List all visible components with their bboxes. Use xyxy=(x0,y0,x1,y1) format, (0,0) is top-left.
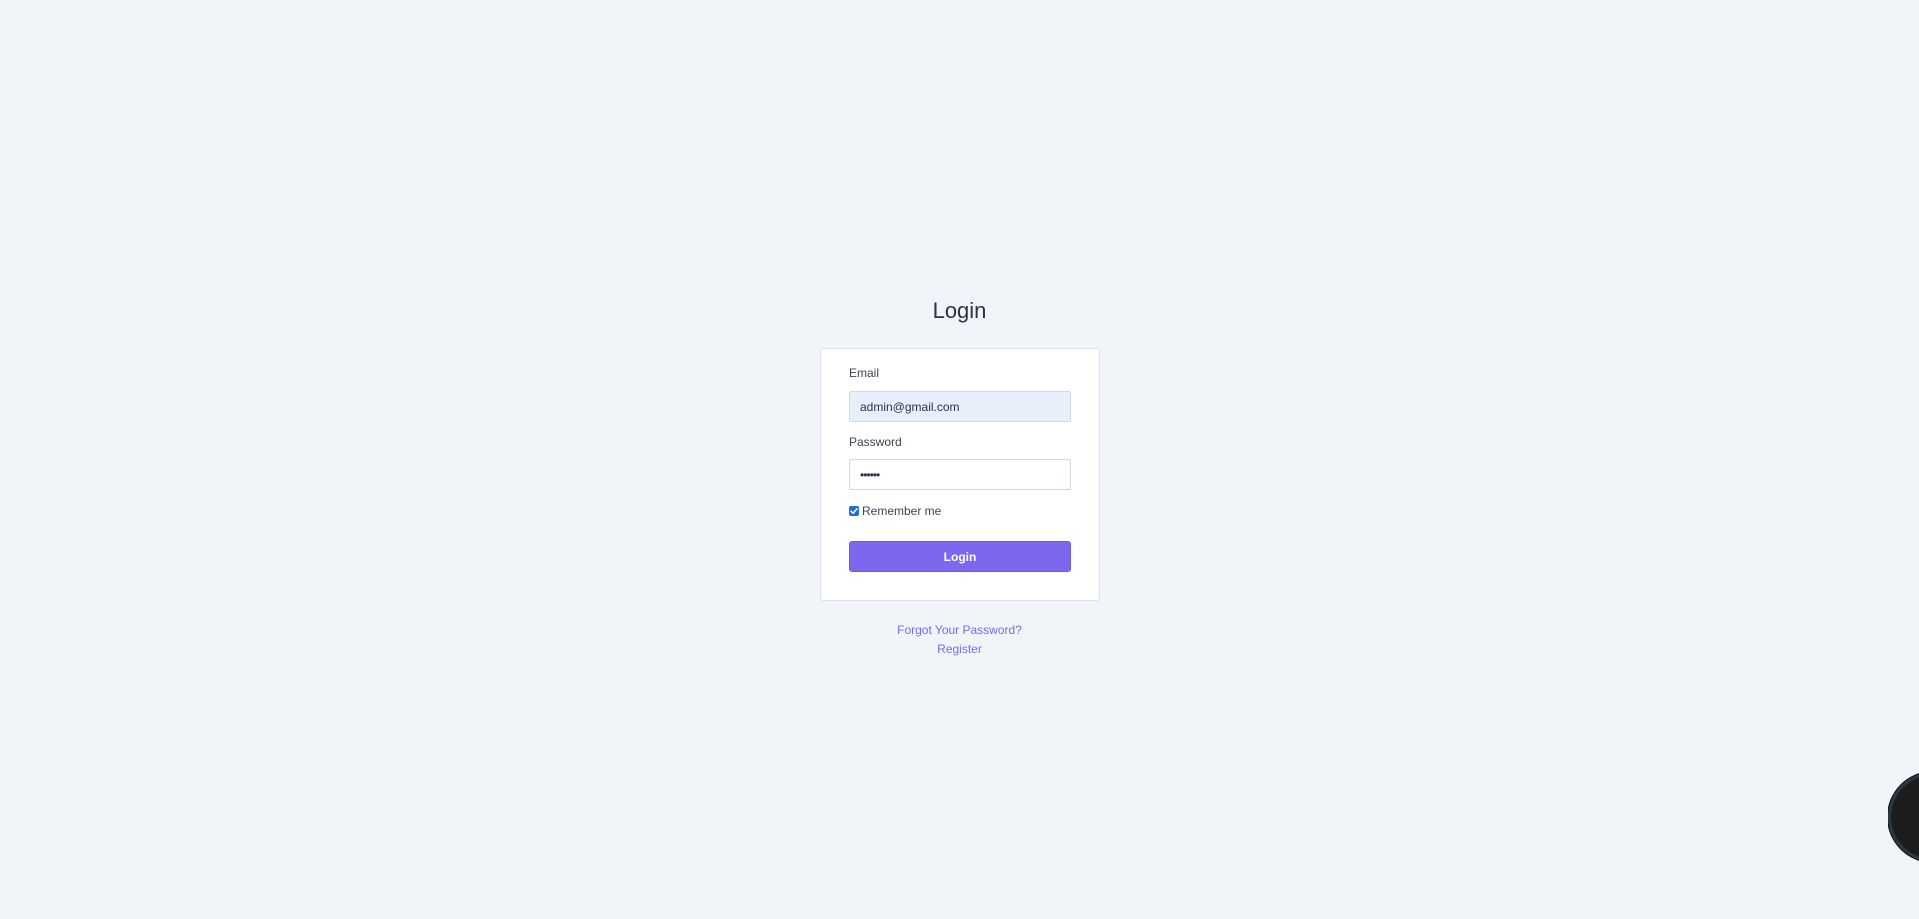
password-label: Password xyxy=(849,435,902,449)
auth-links: Forgot Your Password? Register xyxy=(0,621,1919,659)
remember-me-label: Remember me xyxy=(862,504,942,518)
email-label: Email xyxy=(849,366,880,380)
login-button[interactable]: Login xyxy=(849,541,1071,572)
page-title: Login xyxy=(932,298,987,323)
floating-action-button[interactable] xyxy=(1888,772,1919,862)
password-field[interactable] xyxy=(849,459,1071,490)
checkmark-icon xyxy=(850,508,858,514)
remember-me-checkbox[interactable] xyxy=(849,506,859,516)
forgot-password-link[interactable]: Forgot Your Password? xyxy=(897,621,1022,640)
remember-me-row[interactable]: Remember me xyxy=(849,504,941,518)
login-page: Login Email Password Remember me Login F… xyxy=(0,0,1919,919)
login-card: Email Password Remember me Login xyxy=(820,348,1100,601)
email-field[interactable] xyxy=(849,391,1071,422)
register-link[interactable]: Register xyxy=(937,640,982,659)
floating-action-icon xyxy=(1888,772,1919,862)
